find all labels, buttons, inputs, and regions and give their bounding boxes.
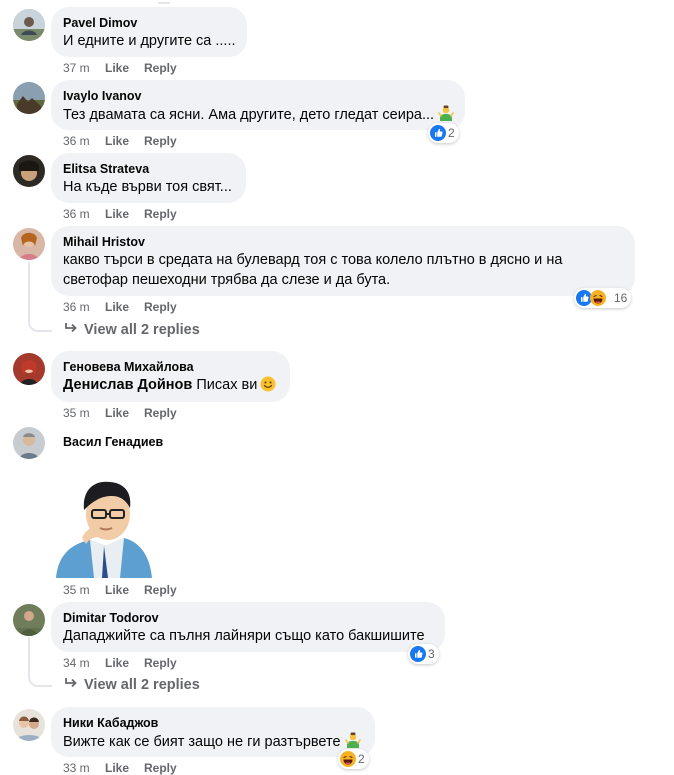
comment-meta: 36 m Like Reply bbox=[63, 207, 192, 221]
person-shrugging-icon bbox=[344, 731, 362, 749]
reaction-count: 2 bbox=[448, 126, 455, 140]
like-button[interactable]: Like bbox=[105, 134, 129, 148]
sticker-image[interactable] bbox=[56, 480, 152, 578]
comment-text: И едните и другите са ..... bbox=[63, 33, 236, 49]
reaction-count: 16 bbox=[614, 291, 628, 305]
view-replies-label: View all 2 replies bbox=[84, 677, 200, 693]
reaction-count: 3 bbox=[428, 647, 435, 661]
avatar[interactable] bbox=[13, 709, 45, 741]
reaction-summary[interactable]: 3 bbox=[408, 644, 439, 664]
comment-text: На къде върви тоя свят... bbox=[63, 179, 232, 195]
like-button[interactable]: Like bbox=[105, 583, 129, 597]
comment-time[interactable]: 37 m bbox=[63, 61, 105, 75]
reaction-summary[interactable]: 2 bbox=[428, 123, 459, 143]
comment-author[interactable]: Васил Генадиев bbox=[63, 434, 163, 450]
comment-bubble: Elitsa Strateva На къде върви тоя свят..… bbox=[51, 153, 246, 203]
reply-button[interactable]: Reply bbox=[144, 406, 177, 420]
mention-link[interactable]: Денислав Дойнов bbox=[63, 377, 192, 393]
comment-text: Тез двамата са ясни. Ама другите, дето г… bbox=[63, 107, 435, 123]
view-replies-label: View all 2 replies bbox=[84, 322, 200, 338]
comment-author[interactable]: Mihail Hristov bbox=[63, 234, 623, 250]
comment-author[interactable]: Elitsa Strateva bbox=[63, 161, 234, 177]
reply-button[interactable]: Reply bbox=[144, 583, 177, 597]
comment-bubble: Геновева Михайлова Денислав Дойнов Писах… bbox=[51, 351, 290, 402]
comment-bubble: Dimitar Todorov Дападжийте са пълня лайн… bbox=[51, 602, 445, 652]
comment-bubble: Mihail Hristov какво търси в средата на … bbox=[51, 226, 635, 296]
thread-line bbox=[28, 637, 52, 687]
reply-button[interactable]: Reply bbox=[144, 300, 177, 314]
smiling-face-icon bbox=[260, 376, 276, 392]
comment-meta: 35 m Like Reply bbox=[63, 406, 192, 420]
like-button[interactable]: Like bbox=[105, 61, 129, 75]
laughing-face-icon bbox=[340, 751, 356, 767]
comment-time[interactable]: 35 m bbox=[63, 406, 105, 420]
comment-author[interactable]: Dimitar Todorov bbox=[63, 610, 433, 626]
laughing-face-icon bbox=[590, 290, 606, 306]
comment-author[interactable]: Pavel Dimov bbox=[63, 15, 235, 31]
comment-meta: 34 m Like Reply bbox=[63, 656, 192, 670]
like-button[interactable]: Like bbox=[105, 406, 129, 420]
reaction-count: 2 bbox=[358, 752, 365, 766]
like-button[interactable]: Like bbox=[105, 300, 129, 314]
comment-author[interactable]: Геновева Михайлова bbox=[63, 359, 278, 375]
avatar[interactable] bbox=[13, 155, 45, 187]
comment-meta: 35 m Like Reply bbox=[63, 583, 192, 597]
reply-button[interactable]: Reply bbox=[144, 61, 177, 75]
reply-button[interactable]: Reply bbox=[144, 134, 177, 148]
comment-text-line: светофар пешеходни трябва да слезе и да … bbox=[63, 272, 391, 288]
avatar[interactable] bbox=[13, 353, 45, 385]
thumbs-up-icon bbox=[430, 125, 446, 141]
comment-text-line: какво търси в средата на булевард тоя с … bbox=[63, 252, 563, 268]
thumbs-up-icon bbox=[410, 646, 426, 662]
comment-author[interactable]: Ivaylo Ivanov bbox=[63, 88, 453, 104]
avatar[interactable] bbox=[13, 427, 45, 459]
reply-button[interactable]: Reply bbox=[144, 656, 177, 670]
comment-time[interactable]: 34 m bbox=[63, 656, 105, 670]
avatar[interactable] bbox=[13, 604, 45, 636]
reply-button[interactable]: Reply bbox=[144, 207, 177, 221]
comment-time[interactable]: 36 m bbox=[63, 300, 105, 314]
like-button[interactable]: Like bbox=[105, 207, 129, 221]
comment-text: Писах ви bbox=[196, 377, 258, 393]
reaction-summary[interactable]: 16 bbox=[574, 288, 632, 308]
comment-meta: 36 m Like Reply bbox=[63, 134, 192, 148]
reply-arrow-icon bbox=[64, 322, 78, 338]
comment-text: Дападжийте са пълня лайняри също като ба… bbox=[63, 628, 425, 644]
comment-bubble: Ники Кабаджов Вижте как се бият защо не … bbox=[51, 707, 375, 757]
reply-arrow-icon bbox=[64, 677, 78, 693]
comment-meta: 37 m Like Reply bbox=[63, 61, 192, 75]
avatar[interactable] bbox=[13, 82, 45, 114]
person-shrugging-icon bbox=[437, 104, 455, 122]
comment-author[interactable]: Ники Кабаджов bbox=[63, 715, 363, 731]
view-replies-link[interactable]: View all 2 replies bbox=[64, 677, 200, 693]
avatar[interactable] bbox=[13, 228, 45, 260]
reaction-summary[interactable]: 2 bbox=[338, 749, 369, 769]
comment-meta: 36 m Like Reply bbox=[63, 300, 192, 314]
comment-bubble: Pavel Dimov И едните и другите са ..... bbox=[51, 7, 247, 57]
comment-bubble: Ivaylo Ivanov Тез двамата са ясни. Ама д… bbox=[51, 80, 465, 130]
comment-time[interactable]: 35 m bbox=[63, 583, 105, 597]
comment-time[interactable]: 36 m bbox=[63, 134, 105, 148]
view-replies-link[interactable]: View all 2 replies bbox=[64, 322, 200, 338]
comment-text: Вижте как се бият защо не ги разтървете bbox=[63, 734, 341, 750]
thread-line-top bbox=[158, 0, 170, 4]
like-button[interactable]: Like bbox=[105, 656, 129, 670]
avatar[interactable] bbox=[13, 9, 45, 41]
thread-line bbox=[28, 262, 52, 332]
comment-time[interactable]: 36 m bbox=[63, 207, 105, 221]
